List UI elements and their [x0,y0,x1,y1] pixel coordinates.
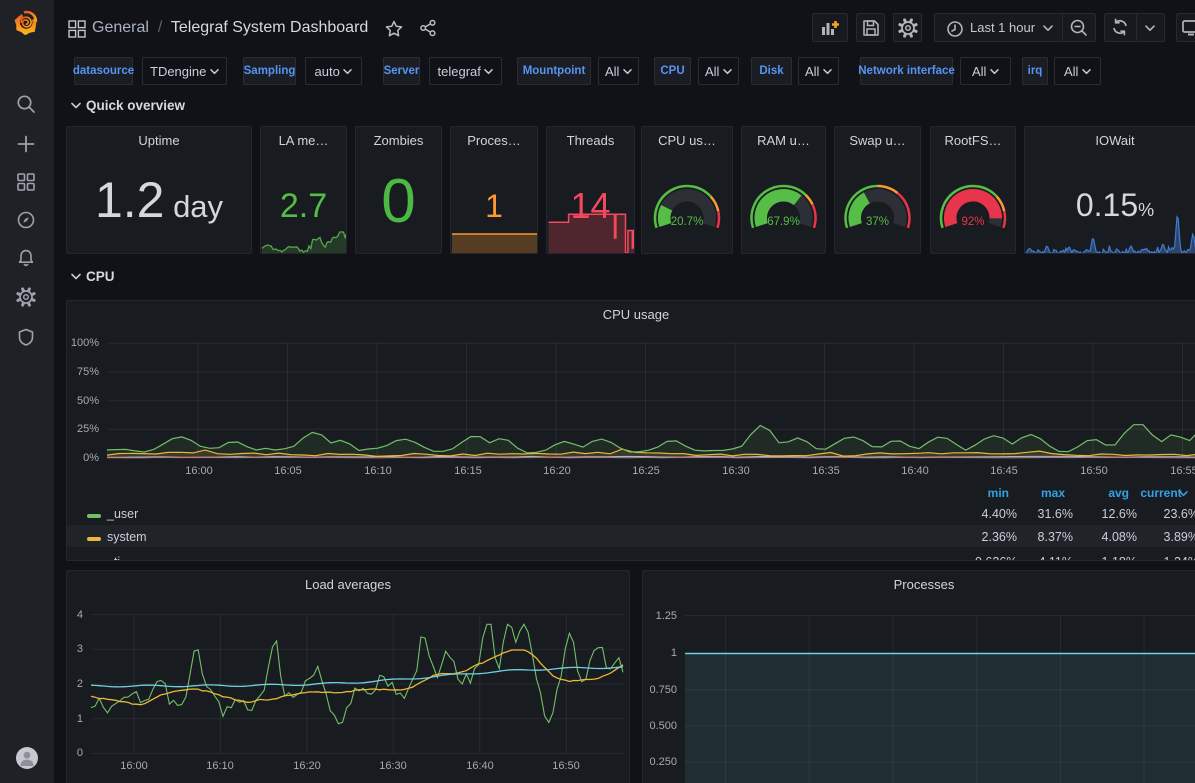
svg-text:20.7%: 20.7% [671,216,704,228]
svg-text:67.9%: 67.9% [767,216,800,228]
svg-text:92%: 92% [961,216,984,228]
svg-text:37%: 37% [866,216,889,228]
